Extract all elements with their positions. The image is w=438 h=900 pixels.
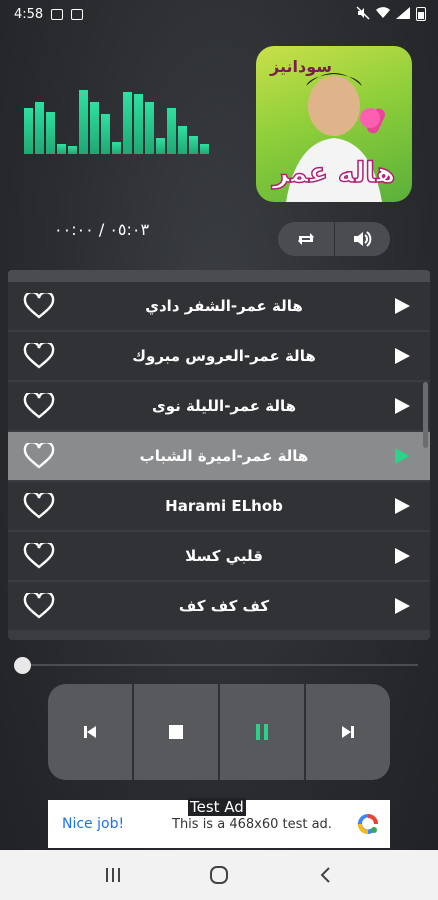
volume-icon <box>354 231 372 247</box>
track-title: Harami ELhob <box>165 497 283 515</box>
status-bar: 4:58 <box>0 0 438 28</box>
wifi-icon <box>376 6 390 22</box>
track-title: قلبي كسلا <box>185 547 263 565</box>
recent-apps-button[interactable] <box>93 860 133 890</box>
time-display: ٠٥:٠٣ / ٠٠:٠٠ <box>54 220 150 239</box>
back-button[interactable] <box>305 860 345 890</box>
play-icon[interactable] <box>392 296 412 316</box>
ad-nice-text: Nice job! <box>62 816 125 832</box>
seek-thumb[interactable] <box>14 657 31 674</box>
playlist-track[interactable]: هالة عمر-اميرة الشباب <box>8 432 430 480</box>
album-art: سودانيز هاله عمر <box>256 46 412 202</box>
stop-icon <box>169 725 183 739</box>
ad-choices-icon[interactable] <box>356 812 380 836</box>
home-button[interactable] <box>199 860 239 890</box>
track-title: هالة عمر-الليلة نوى <box>151 397 297 415</box>
track-title: هالة عمر-الشفر دادي <box>145 297 303 315</box>
recent-apps-icon <box>106 868 120 882</box>
transport-controls <box>48 684 390 780</box>
stop-button[interactable] <box>132 684 218 780</box>
track-title: هالة عمر-اميرة الشباب <box>139 447 309 465</box>
favorite-heart-icon[interactable] <box>22 592 56 620</box>
playlist[interactable]: هالة عمر-الشفر دادي هالة عمر-العروس مبروك… <box>8 270 430 640</box>
favorite-heart-icon[interactable] <box>22 542 56 570</box>
playlist-track[interactable]: كف كف كف <box>8 582 430 630</box>
play-icon[interactable] <box>392 446 412 466</box>
favorite-heart-icon[interactable] <box>22 492 56 520</box>
status-time: 4:58 <box>14 6 44 22</box>
pause-icon <box>256 724 268 740</box>
signal-icon <box>396 6 410 22</box>
playlist-scrollbar[interactable] <box>423 382 428 448</box>
play-icon[interactable] <box>392 346 412 366</box>
previous-button[interactable] <box>48 684 132 780</box>
favorite-heart-icon[interactable] <box>22 442 56 470</box>
track-title: كف كف كف <box>178 597 270 615</box>
album-art-artist: هاله عمر <box>271 156 396 189</box>
equalizer-visualizer <box>24 88 212 154</box>
favorite-heart-icon[interactable] <box>22 342 56 370</box>
playlist-track[interactable]: Harami ELhob <box>8 482 430 530</box>
skip-previous-icon <box>84 726 96 738</box>
favorite-heart-icon[interactable] <box>22 292 56 320</box>
playlist-header <box>8 270 430 282</box>
next-button[interactable] <box>304 684 390 780</box>
image-icon <box>51 8 64 20</box>
screenshot-icon <box>71 8 84 20</box>
track-title: هالة عمر-العروس مبروك <box>132 347 316 365</box>
repeat-icon <box>297 233 314 245</box>
repeat-button[interactable] <box>278 222 334 256</box>
playlist-track[interactable]: قلبي كسلا <box>8 532 430 580</box>
home-icon <box>210 866 228 884</box>
pause-button[interactable] <box>218 684 304 780</box>
play-icon[interactable] <box>392 396 412 416</box>
play-icon[interactable] <box>392 546 412 566</box>
volume-button[interactable] <box>333 222 391 256</box>
play-icon[interactable] <box>392 596 412 616</box>
playback-options <box>278 222 390 256</box>
back-icon <box>320 867 330 883</box>
playlist-track[interactable]: هالة عمر-الشفر دادي <box>8 282 430 330</box>
favorite-heart-icon[interactable] <box>22 392 56 420</box>
system-nav-bar <box>0 850 438 900</box>
playlist-track[interactable]: هالة عمر-الليلة نوى <box>8 382 430 430</box>
album-art-label: سودانيز <box>269 57 332 76</box>
play-icon[interactable] <box>392 496 412 516</box>
seek-bar[interactable] <box>14 656 418 674</box>
skip-next-icon <box>342 726 354 738</box>
seek-track <box>22 664 418 666</box>
mute-icon <box>356 5 370 23</box>
battery-icon <box>416 7 426 21</box>
ad-label: Test Ad <box>188 798 246 816</box>
ad-text: This is a 468x60 test ad. <box>172 816 332 832</box>
playlist-track[interactable]: هالة عمر-العروس مبروك <box>8 332 430 380</box>
